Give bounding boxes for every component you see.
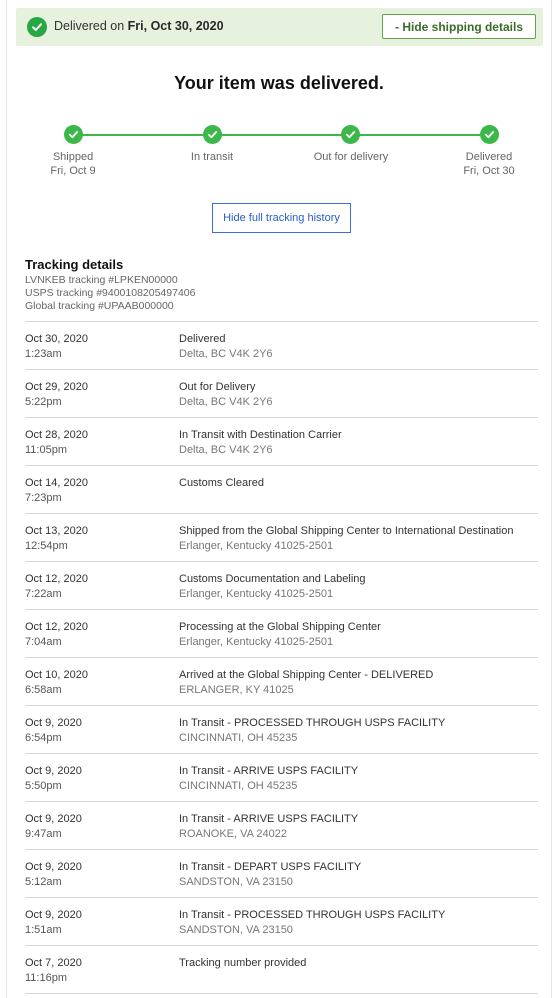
- tracking-event-row: Oct 9, 2020 1:51am In Transit - PROCESSED …: [25, 898, 538, 946]
- event-time: 1:23am: [25, 348, 62, 360]
- step-label: In transit: [190, 151, 234, 163]
- event-time: 1:51am: [25, 924, 62, 936]
- event-time: 5:12am: [25, 876, 62, 888]
- event-location: SANDSTON, VA 23150: [179, 876, 293, 888]
- hide-tracking-history-button[interactable]: Hide full tracking history: [212, 203, 351, 233]
- step-delivered: Delivered Fri, Oct 30: [434, 150, 544, 178]
- delivered-prefix: Delivered on: [54, 19, 128, 33]
- tracking-event-row: Oct 30, 2020 1:23am Delivered Delta, BC V4K…: [25, 322, 538, 370]
- tracking-details-title: Tracking details: [25, 257, 124, 272]
- event-date: Oct 12, 2020: [25, 621, 88, 633]
- event-status: Shipped from the Global Shipping Center …: [179, 525, 514, 537]
- event-date: Oct 14, 2020: [25, 477, 88, 489]
- event-status: Processing at the Global Shipping Center: [179, 621, 381, 633]
- page-title: Your item was delivered.: [174, 73, 384, 93]
- tracking-event-row: Oct 28, 2020 11:05pm In Transit with Desti…: [25, 418, 538, 466]
- tracking-event-row: Oct 12, 2020 7:22am Customs Documentation …: [25, 562, 538, 610]
- step-shipped: Shipped Fri, Oct 9: [18, 150, 128, 178]
- event-time: 7:22am: [25, 588, 62, 600]
- event-time: 5:22pm: [25, 396, 62, 408]
- event-status: Arrived at the Global Shipping Center - …: [179, 669, 434, 681]
- event-location: Delta, BC V4K 2Y6: [179, 444, 273, 456]
- lvnkeb-tracking-number: LVNKEB tracking #LPKEN00000: [25, 274, 178, 286]
- event-status: In Transit - PROCESSED THROUGH USPS FACI…: [179, 717, 446, 729]
- event-time: 7:04am: [25, 636, 62, 648]
- tracking-event-row: Oct 29, 2020 5:22pm Out for Delivery Delta,…: [25, 370, 538, 418]
- event-status: In Transit - PROCESSED THROUGH USPS FACI…: [179, 909, 446, 921]
- event-date: Oct 28, 2020: [25, 429, 88, 441]
- event-date: Oct 9, 2020: [25, 861, 82, 873]
- tracking-events-list: Oct 30, 2020 1:23am Delivered Delta, BC V4K…: [25, 321, 538, 994]
- step-out-for-delivery: Out for delivery: [296, 150, 406, 164]
- tracking-event-row: Oct 9, 2020 5:12am In Transit - DEPART USP…: [25, 850, 538, 898]
- event-date: Oct 7, 2020: [25, 957, 82, 969]
- event-date: Oct 12, 2020: [25, 573, 88, 585]
- progress-track: [74, 134, 490, 136]
- tracking-event-row: Oct 7, 2020 11:16pm Tracking number provid…: [25, 946, 538, 994]
- event-status: Out for Delivery: [179, 381, 256, 393]
- event-location: Erlanger, Kentucky 41025-2501: [179, 540, 334, 552]
- event-time: 6:58am: [25, 684, 62, 696]
- event-date: Oct 13, 2020: [25, 525, 88, 537]
- event-status: In Transit with Destination Carrier: [179, 429, 342, 441]
- event-time: 12:54pm: [25, 540, 68, 552]
- event-date: Oct 9, 2020: [25, 765, 82, 777]
- tracking-event-row: Oct 13, 2020 12:54pm Shipped from the Glob…: [25, 514, 538, 562]
- event-date: Oct 10, 2020: [25, 669, 88, 681]
- event-location: SANDSTON, VA 23150: [179, 924, 293, 936]
- event-time: 7:23pm: [25, 492, 62, 504]
- event-location: Erlanger, Kentucky 41025-2501: [179, 588, 334, 600]
- event-date: Oct 9, 2020: [25, 813, 82, 825]
- step-date: Fri, Oct 30: [463, 165, 515, 177]
- event-date: Oct 9, 2020: [25, 909, 82, 921]
- step-check-icon: [203, 125, 222, 144]
- step-label: Out for delivery: [313, 151, 389, 163]
- tracking-event-row: Oct 10, 2020 6:58am Arrived at the Global …: [25, 658, 538, 706]
- event-status: In Transit - ARRIVE USPS FACILITY: [179, 813, 359, 825]
- tracking-event-row: Oct 14, 2020 7:23pm Customs Cleared: [25, 466, 538, 514]
- event-location: Delta, BC V4K 2Y6: [179, 396, 273, 408]
- delivered-date: Fri, Oct 30, 2020: [127, 19, 224, 33]
- global-tracking-number: Global tracking #UPAAB000000: [25, 300, 174, 312]
- step-check-icon: [64, 125, 83, 144]
- event-time: 6:54pm: [25, 732, 62, 744]
- step-label: Shipped: [52, 151, 94, 163]
- event-date: Oct 29, 2020: [25, 381, 88, 393]
- event-status: In Transit - ARRIVE USPS FACILITY: [179, 765, 359, 777]
- event-location: ROANOKE, VA 24022: [179, 828, 288, 840]
- event-status: Tracking number provided: [179, 957, 307, 969]
- event-location: ERLANGER, KY 41025: [179, 684, 294, 696]
- event-status: In Transit - DEPART USPS FACILITY: [179, 861, 362, 873]
- event-time: 5:50pm: [25, 780, 62, 792]
- check-circle-icon: [27, 17, 47, 37]
- delivery-banner: Delivered on Fri, Oct 30, 2020 - Hide sh…: [16, 8, 543, 46]
- event-date: Oct 30, 2020: [25, 333, 88, 345]
- event-status: Delivered: [179, 333, 226, 345]
- step-check-icon: [341, 125, 360, 144]
- event-time: 11:05pm: [25, 444, 67, 456]
- event-location: CINCINNATI, OH 45235: [179, 780, 298, 792]
- tracking-event-row: Oct 9, 2020 5:50pm In Transit - ARRIVE USP…: [25, 754, 538, 802]
- event-status: Customs Cleared: [179, 477, 264, 489]
- step-date: Fri, Oct 9: [50, 165, 96, 177]
- tracking-event-row: Oct 9, 2020 6:54pm In Transit - PROCESSED …: [25, 706, 538, 754]
- event-time: 11:16pm: [25, 972, 67, 984]
- tracking-event-row: Oct 12, 2020 7:04am Processing at the Glob…: [25, 610, 538, 658]
- event-status: Customs Documentation and Labeling: [179, 573, 366, 585]
- event-location: Delta, BC V4K 2Y6: [179, 348, 273, 360]
- step-check-icon: [480, 125, 499, 144]
- tracking-event-row: Oct 9, 2020 9:47am In Transit - ARRIVE USP…: [25, 802, 538, 850]
- step-label: Delivered: [465, 151, 513, 163]
- event-location: Erlanger, Kentucky 41025-2501: [179, 636, 334, 648]
- step-in-transit: In transit: [157, 150, 267, 164]
- hide-shipping-details-button[interactable]: - Hide shipping details: [382, 14, 536, 39]
- event-location: CINCINNATI, OH 45235: [179, 732, 298, 744]
- delivered-status-text: Delivered on Fri, Oct 30, 2020: [54, 19, 224, 33]
- event-date: Oct 9, 2020: [25, 717, 82, 729]
- event-time: 9:47am: [25, 828, 62, 840]
- usps-tracking-number: USPS tracking #9400108205497406: [25, 287, 196, 299]
